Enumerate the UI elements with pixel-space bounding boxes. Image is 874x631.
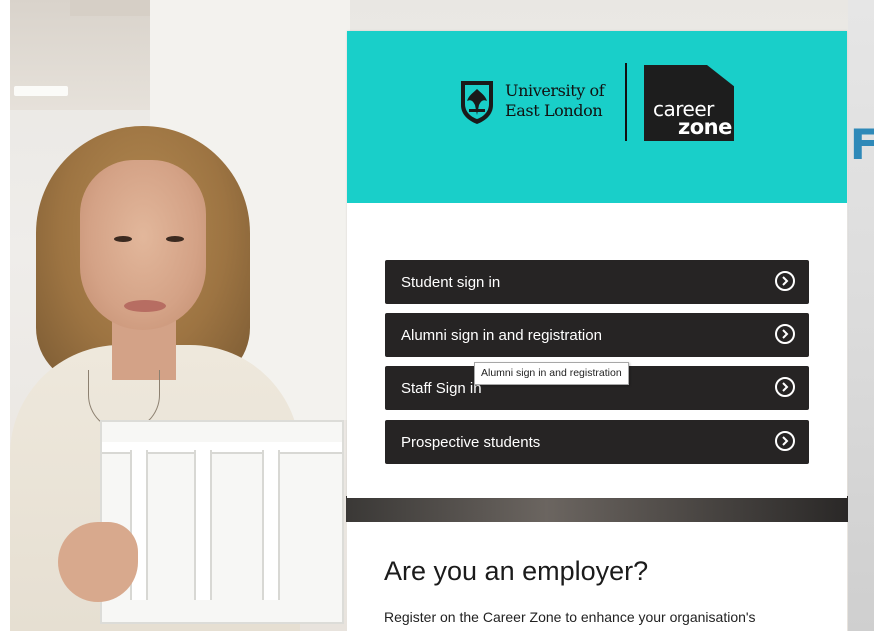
button-label: Prospective students: [401, 433, 541, 451]
person-lips: [124, 300, 166, 312]
university-name: University of East London: [505, 81, 605, 121]
person-eye-left: [114, 236, 132, 242]
university-name-line2: East London: [505, 101, 603, 120]
architectural-model: [100, 420, 344, 624]
button-label: Alumni sign in and registration: [401, 326, 602, 344]
alumni-tooltip: Alumni sign in and registration: [474, 362, 629, 385]
university-name-line1: University of: [505, 81, 605, 100]
button-label: Student sign in: [401, 273, 501, 291]
chevron-right-circle-icon: [775, 377, 795, 397]
employer-card: Are you an employer? Register on the Car…: [347, 522, 847, 631]
background-table: [346, 496, 848, 522]
career-zone-zone-text: zone: [678, 115, 732, 139]
uel-crest-icon: [461, 81, 493, 124]
button-label: Staff Sign in: [401, 379, 482, 397]
alumni-signin-button[interactable]: Alumni sign in and registration: [385, 313, 809, 357]
employer-title: Are you an employer?: [384, 556, 649, 586]
ceiling-light: [14, 86, 68, 96]
chevron-right-circle-icon: [775, 324, 795, 344]
student-signin-button[interactable]: Student sign in: [385, 260, 809, 304]
person-hand: [58, 522, 138, 602]
person-eye-right: [166, 236, 184, 242]
model-post: [194, 450, 212, 600]
left-edge: [0, 0, 10, 631]
chevron-right-circle-icon: [775, 431, 795, 451]
logo-divider: [625, 63, 627, 141]
background-letter: F: [850, 120, 874, 169]
model-post: [262, 450, 280, 600]
card-header: University of East London career zone: [347, 31, 847, 203]
signin-card: University of East London career zone St…: [347, 31, 847, 498]
chevron-right-circle-icon: [775, 271, 795, 291]
employer-description: Register on the Career Zone to enhance y…: [384, 609, 756, 625]
prospective-students-button[interactable]: Prospective students: [385, 420, 809, 464]
right-background: [848, 0, 874, 631]
uel-logo[interactable]: University of East London: [459, 77, 629, 129]
